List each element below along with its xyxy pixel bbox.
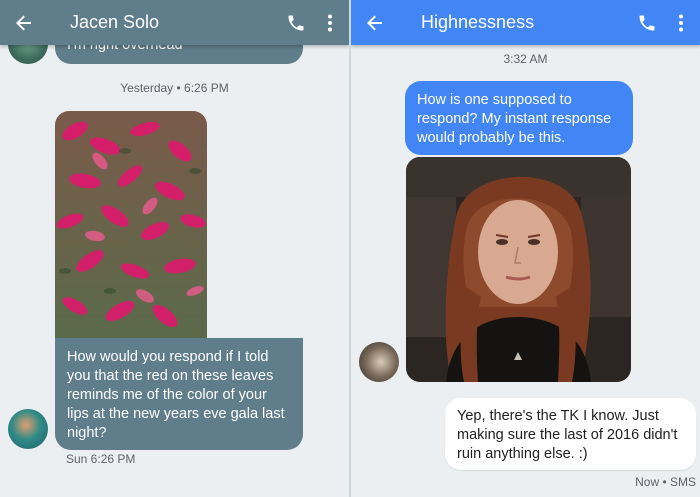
message-text: How would you respond if I told you that… <box>67 349 285 441</box>
more-vert-icon[interactable] <box>321 10 339 36</box>
message-timestamp: Sun 6:26 PM <box>66 452 136 466</box>
contact-name[interactable]: Highnessness <box>421 12 634 33</box>
app-bar: Jacen Solo <box>0 0 349 45</box>
message-status: Now • SMS <box>635 475 696 489</box>
avatar[interactable] <box>359 342 399 382</box>
more-vert-icon[interactable] <box>672 10 690 36</box>
conversation-pane-highnessness: Highnessness 3:32 AM How is one supposed… <box>351 0 700 497</box>
phone-icon[interactable] <box>634 10 660 36</box>
avatar[interactable] <box>8 409 48 449</box>
time-divider: 3:32 AM <box>503 52 548 66</box>
message-bubble[interactable]: How would you respond if I told you that… <box>55 338 303 450</box>
phone-icon[interactable] <box>283 10 309 36</box>
arrow-back-icon[interactable] <box>10 9 38 37</box>
date-divider: Yesterday • 6:26 PM <box>120 81 229 95</box>
conversation-pane-jacen: Jacen Solo I'm right overhead Yesterday … <box>0 0 349 497</box>
arrow-back-icon[interactable] <box>361 9 389 37</box>
message-bubble[interactable]: How is one supposed to respond? My insta… <box>405 81 633 155</box>
app-bar: Highnessness <box>351 0 700 45</box>
selfie-photo[interactable] <box>406 157 631 382</box>
message-bubble[interactable]: Yep, there's the TK I know. Just making … <box>445 398 696 470</box>
message-text: How is one supposed to respond? My insta… <box>417 92 612 146</box>
leaves-photo[interactable] <box>55 111 207 338</box>
screenshot-root: Jacen Solo I'm right overhead Yesterday … <box>0 0 700 497</box>
contact-name[interactable]: Jacen Solo <box>70 12 283 33</box>
message-text: Yep, there's the TK I know. Just making … <box>457 408 678 462</box>
